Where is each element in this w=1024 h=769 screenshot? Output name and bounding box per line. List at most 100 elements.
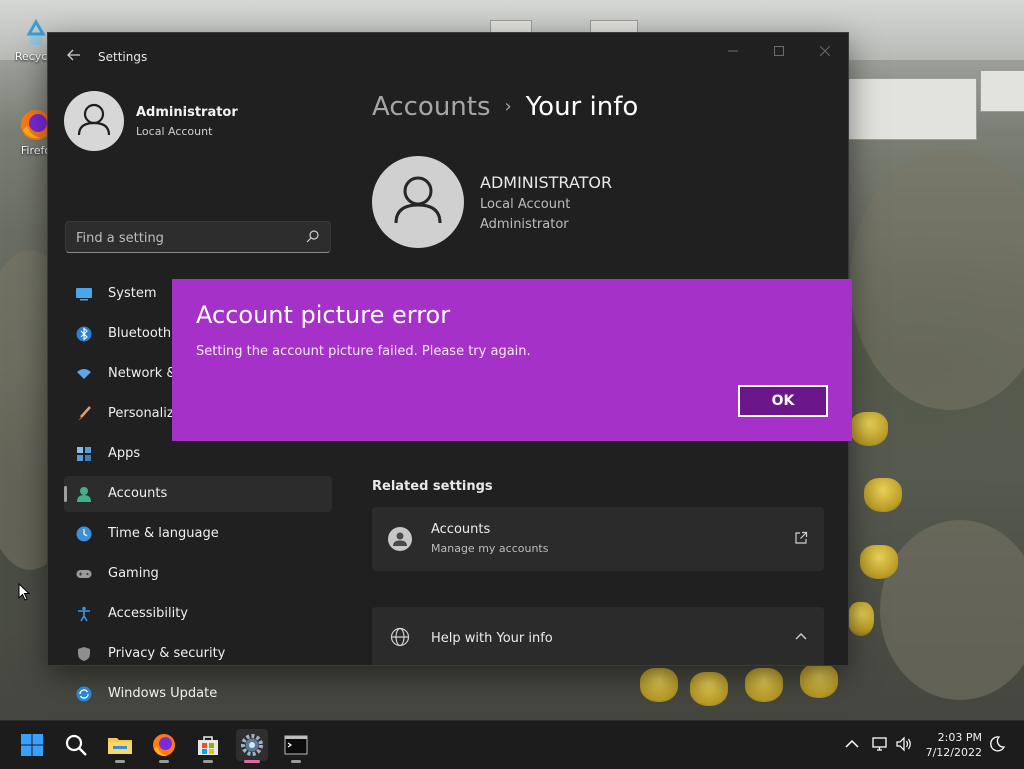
sidebar-item-label: Personaliz xyxy=(108,406,174,421)
related-settings-heading: Related settings xyxy=(372,479,493,494)
sidebar-item-apps[interactable]: Apps xyxy=(64,436,332,472)
dialog-message: Setting the account picture failed. Plea… xyxy=(196,344,531,359)
taskbar: 2:03 PM 7/12/2022 xyxy=(0,720,1024,769)
chevron-up-icon[interactable] xyxy=(794,631,808,641)
sidebar-item-label: Bluetooth xyxy=(108,326,172,341)
file-explorer-button[interactable] xyxy=(104,729,136,763)
search-icon xyxy=(65,734,87,756)
window-title: Settings xyxy=(98,50,148,64)
terminal-button[interactable] xyxy=(280,729,312,763)
search-icon[interactable] xyxy=(306,229,320,243)
system-icon xyxy=(76,288,92,301)
sidebar-item-label: System xyxy=(108,286,157,301)
user-role: Administrator xyxy=(480,217,569,232)
network-icon xyxy=(77,369,91,379)
search-box xyxy=(65,221,331,253)
wallpaper-trees xyxy=(850,150,1024,410)
sidebar-item-time-language[interactable]: Time & language xyxy=(64,516,332,552)
running-indicator xyxy=(115,760,125,763)
terminal-icon xyxy=(284,735,308,755)
profile-account-type: Local Account xyxy=(136,125,213,138)
network-tray-icon[interactable] xyxy=(871,735,889,753)
start-button[interactable] xyxy=(16,729,48,761)
chevron-up-icon[interactable] xyxy=(843,735,861,753)
time-language-icon xyxy=(76,526,92,542)
profile-name: Administrator xyxy=(136,105,238,120)
system-clock[interactable]: 2:03 PM 7/12/2022 xyxy=(926,730,982,760)
breadcrumb-separator: › xyxy=(504,96,512,117)
wallpaper-ferris-cabin xyxy=(864,478,902,512)
start-icon xyxy=(21,734,43,756)
sidebar-item-label: Accessibility xyxy=(108,606,188,621)
sidebar-item-privacy-security[interactable]: Privacy & security xyxy=(64,636,332,672)
related-accounts-card[interactable]: Accounts Manage my accounts xyxy=(372,507,824,571)
running-indicator xyxy=(203,760,213,763)
wallpaper-ferris-cabin xyxy=(848,602,874,636)
wallpaper-ferris-cabin xyxy=(800,664,838,698)
user-icon xyxy=(394,176,442,224)
back-button[interactable] xyxy=(64,47,84,67)
personalization-brush-icon xyxy=(78,406,91,421)
help-section[interactable]: Help with Your info xyxy=(372,607,824,665)
search-input[interactable] xyxy=(74,228,298,248)
wallpaper-trees xyxy=(880,520,1024,700)
sidebar-item-accessibility[interactable]: Accessibility xyxy=(64,596,332,632)
microsoft-store-icon xyxy=(198,736,218,755)
windows-update-icon xyxy=(76,686,92,702)
page-title: Your info xyxy=(525,92,639,122)
settings-app-button[interactable] xyxy=(236,729,268,763)
related-accounts-title: Accounts xyxy=(431,522,491,537)
running-indicator xyxy=(291,760,301,763)
wallpaper-ferris-cabin xyxy=(850,412,888,446)
file-explorer-icon xyxy=(108,738,132,754)
maximize-button[interactable] xyxy=(756,39,802,67)
active-indicator xyxy=(244,760,260,763)
sidebar-item-label: Time & language xyxy=(108,526,219,541)
sidebar-item-label: Network & xyxy=(108,366,177,381)
volume-icon[interactable] xyxy=(895,735,913,753)
mouse-cursor-icon xyxy=(18,583,30,601)
microsoft-store-button[interactable] xyxy=(192,729,224,763)
sidebar-item-windows-update[interactable]: Windows Update xyxy=(64,676,332,712)
external-link-icon xyxy=(795,531,808,544)
apps-icon xyxy=(77,447,91,461)
related-accounts-subtitle: Manage my accounts xyxy=(431,542,549,555)
globe-help-icon xyxy=(390,627,410,647)
wallpaper-ferris-cabin xyxy=(640,668,678,702)
firefox-icon xyxy=(153,734,175,757)
bluetooth-icon xyxy=(76,326,92,342)
profile-summary[interactable]: Administrator Local Account xyxy=(64,91,344,151)
minimize-button[interactable] xyxy=(710,39,756,67)
firefox-button[interactable] xyxy=(148,729,180,763)
recycle-bin-icon xyxy=(26,19,46,45)
sidebar-item-gaming[interactable]: Gaming xyxy=(64,556,332,592)
user-icon xyxy=(77,103,111,136)
focus-assist-moon-icon[interactable] xyxy=(988,735,1006,753)
desktop-icon-label: Firefo xyxy=(20,144,52,157)
account-picture xyxy=(372,156,464,248)
user-display-name: ADMINISTRATOR xyxy=(480,173,613,192)
dialog-title: Account picture error xyxy=(196,301,451,329)
avatar xyxy=(64,91,124,151)
close-icon xyxy=(819,45,831,57)
help-title: Help with Your info xyxy=(431,631,553,646)
taskbar-search-button[interactable] xyxy=(60,729,92,761)
user-account-type: Local Account xyxy=(480,197,571,212)
minimize-icon xyxy=(728,50,738,52)
sidebar-item-label: Windows Update xyxy=(108,686,218,701)
accessibility-icon xyxy=(78,606,90,622)
breadcrumb: Accounts › Your info xyxy=(372,92,638,122)
wallpaper-ferris-cabin xyxy=(690,672,728,706)
user-icon xyxy=(393,532,407,546)
close-button[interactable] xyxy=(802,39,848,67)
wallpaper-ferris-cabin xyxy=(745,668,783,702)
back-arrow-icon xyxy=(67,49,80,61)
title-bar: Settings xyxy=(48,33,848,81)
accounts-avatar-icon xyxy=(388,527,412,551)
sidebar-item-label: Privacy & security xyxy=(108,646,226,661)
sidebar-item-accounts[interactable]: Accounts xyxy=(64,476,332,512)
breadcrumb-parent[interactable]: Accounts xyxy=(372,92,491,122)
gaming-controller-icon xyxy=(76,570,92,578)
sidebar-item-label: Accounts xyxy=(108,486,168,501)
ok-button[interactable]: OK xyxy=(738,385,828,417)
